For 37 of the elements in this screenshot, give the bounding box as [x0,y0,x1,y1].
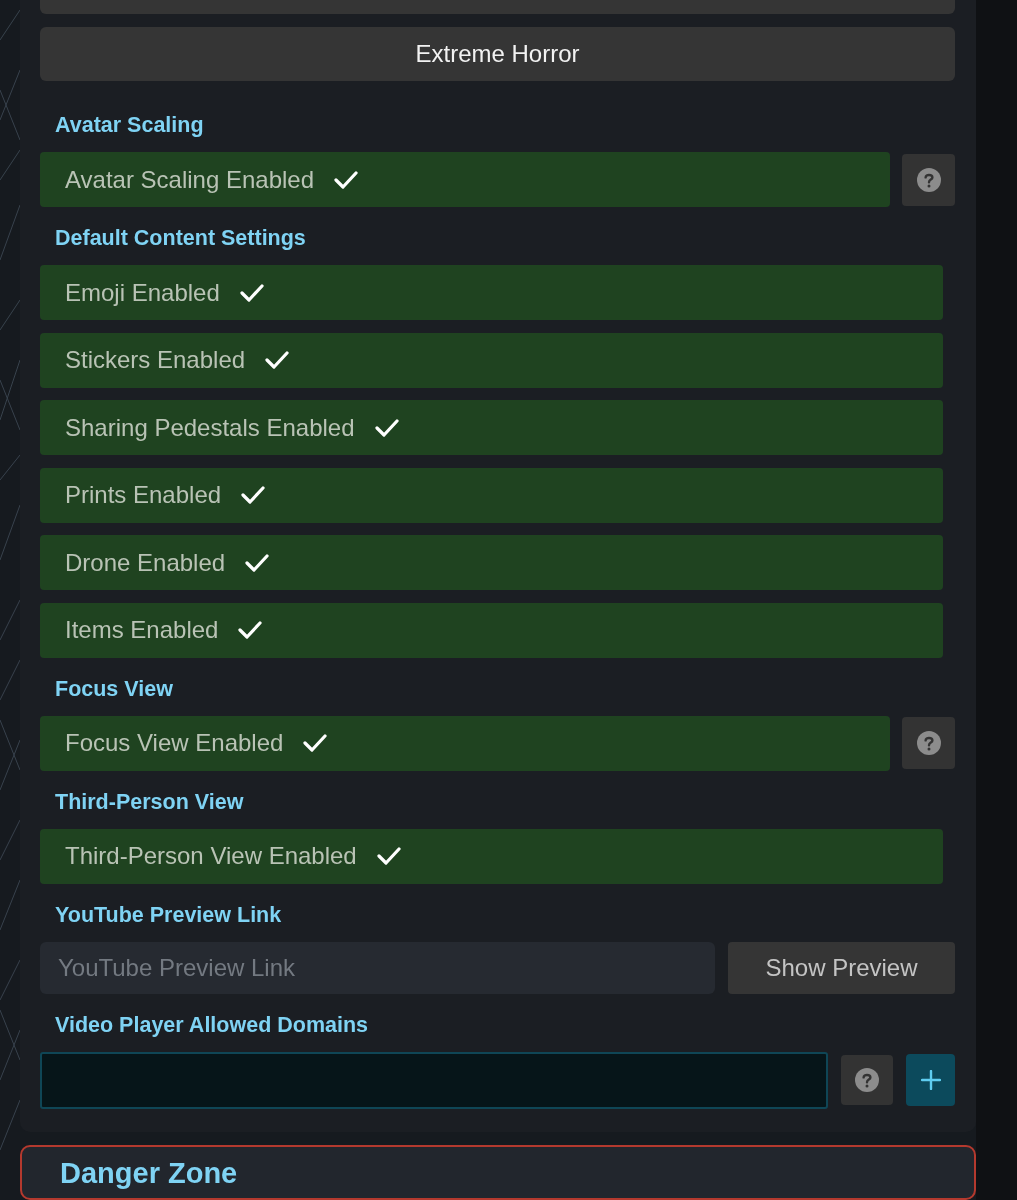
toggle-button[interactable]: Third-Person View Enabled [40,828,943,884]
toggle-button[interactable]: Drone Enabled [40,535,943,590]
help-button[interactable] [841,1055,893,1105]
help-button[interactable] [902,717,955,769]
check-icon [376,847,401,865]
show-preview-button[interactable]: Show Preview [728,941,955,994]
add-button[interactable] [906,1054,955,1106]
toggle-button[interactable]: Focus View Enabled [40,715,890,771]
section-label: Avatar Scaling [55,113,204,137]
check-icon [239,283,264,302]
check-icon [303,734,328,752]
toggle-button[interactable]: Items Enabled [40,602,943,658]
domain-input-field[interactable] [40,1051,828,1109]
section-label: Default Content Settings [55,226,306,250]
toggle-button[interactable]: Stickers Enabled [40,332,943,388]
youtube-link-field[interactable]: YouTube Preview Link [40,941,715,994]
check-icon [334,170,359,189]
check-icon [265,351,290,369]
danger-zone-title: Danger Zone [60,1156,238,1189]
section-label: YouTube Preview Link [55,902,282,927]
toggle-button[interactable]: Avatar Scaling Enabled [40,152,890,207]
check-icon [238,621,263,639]
help-icon [855,1068,879,1092]
help-icon [916,167,941,192]
toggle-button[interactable]: Emoji Enabled [40,265,943,320]
option-button[interactable]: Extreme Horror [40,27,955,81]
check-icon [245,553,270,572]
section-label: Focus View [55,676,173,701]
toggle-button[interactable]: Sharing Pedestals Enabled [40,400,943,455]
help-button[interactable] [902,153,955,206]
toggle-button[interactable]: Prints Enabled [40,467,943,523]
section-label: Video Player Allowed Domains [55,1012,369,1037]
check-icon [374,418,399,437]
check-icon [241,486,266,504]
help-icon [916,731,941,755]
plus-icon [920,1070,941,1090]
section-label: Third-Person View [55,789,244,814]
